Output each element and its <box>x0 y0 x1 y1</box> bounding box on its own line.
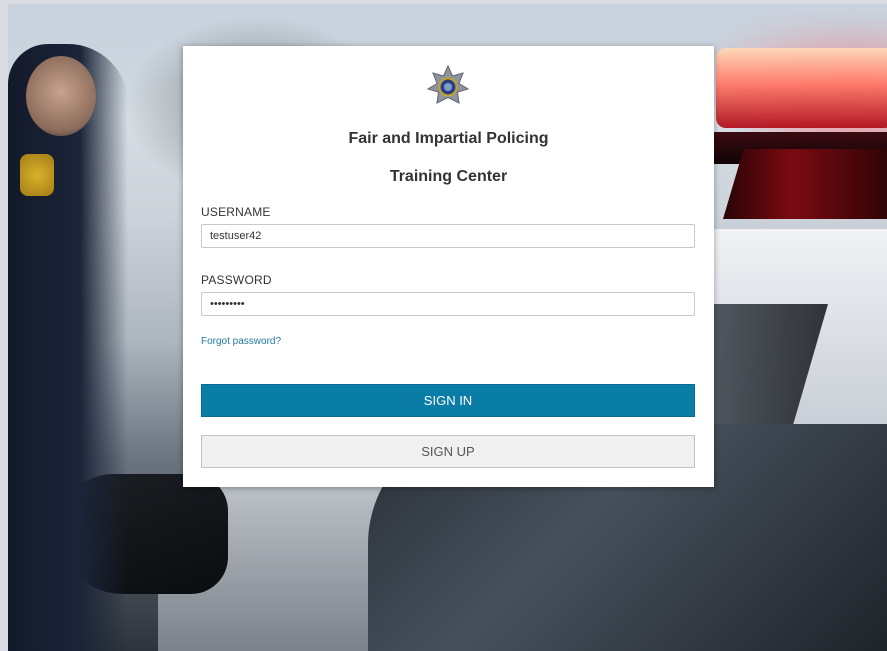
password-input[interactable]: ••••••••• <box>201 292 695 316</box>
login-card: Fair and Impartial Policing Training Cen… <box>183 46 714 487</box>
sign-up-button[interactable]: SIGN UP <box>201 435 695 468</box>
star-badge-icon <box>426 64 470 104</box>
password-label: PASSWORD <box>201 273 272 287</box>
forgot-password-link[interactable]: Forgot password? <box>201 336 281 347</box>
officer-head <box>26 56 96 136</box>
username-label: USERNAME <box>201 205 271 219</box>
username-input[interactable]: testuser42 <box>201 224 695 248</box>
sign-in-button[interactable]: SIGN IN <box>201 384 695 417</box>
police-lightbar <box>716 48 887 128</box>
officer-shoulder-patch <box>20 154 54 196</box>
app-title-line1: Fair and Impartial Policing <box>348 130 549 147</box>
app-title-line2: Training Center <box>389 168 508 185</box>
police-lights-red <box>723 149 887 219</box>
